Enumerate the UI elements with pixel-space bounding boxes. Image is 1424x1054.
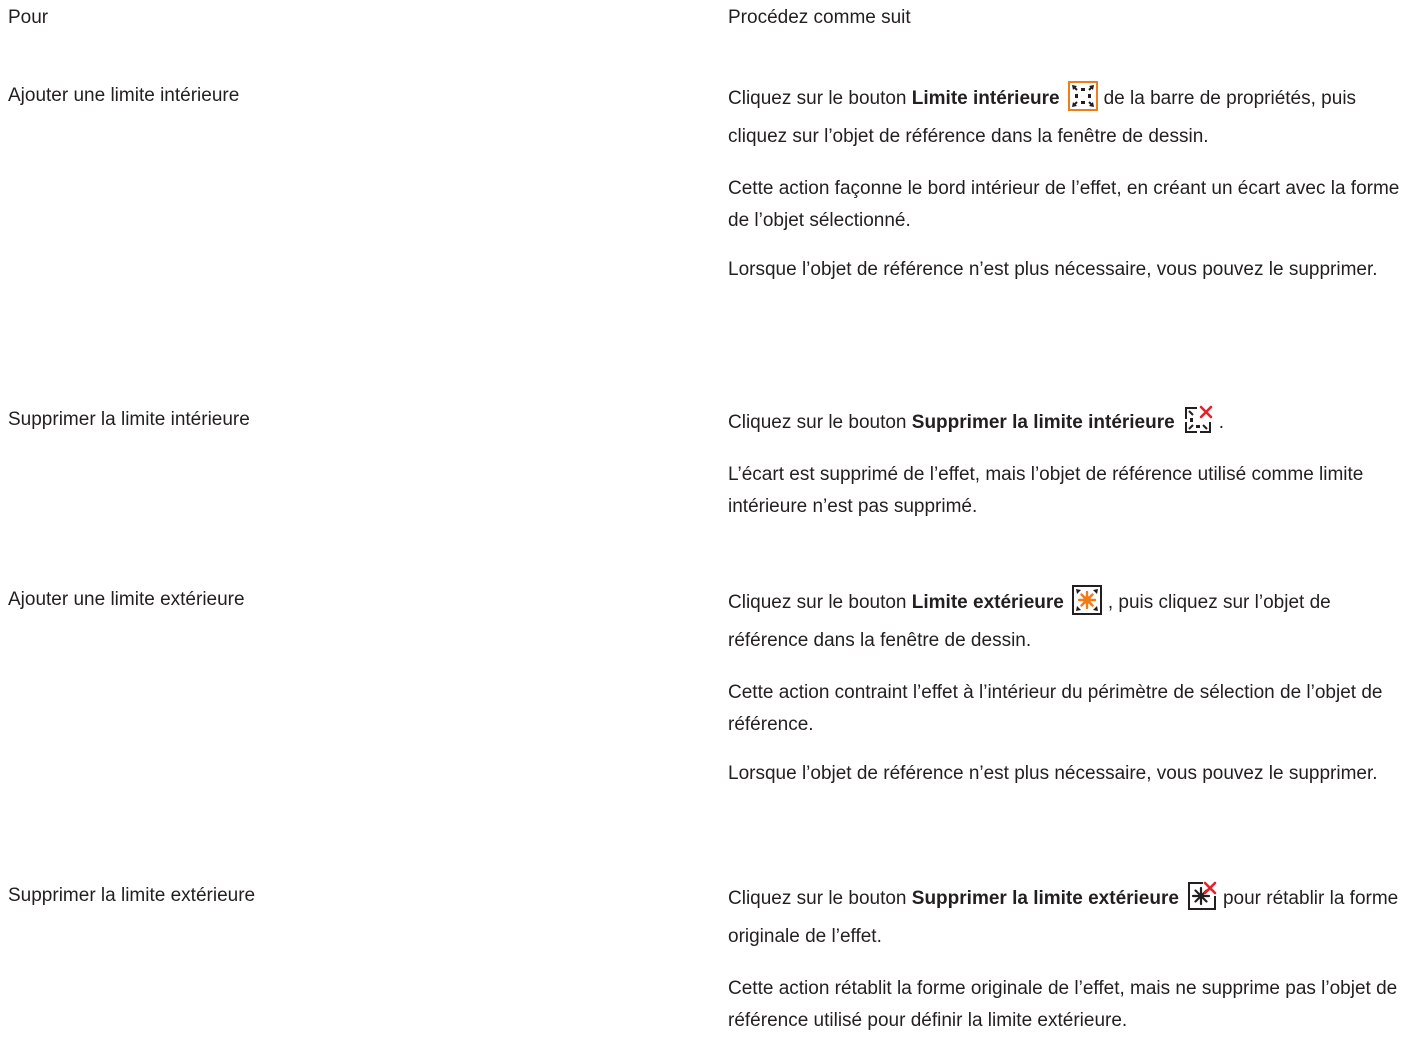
procedure-cell: Cliquez sur le bouton Supprimer la limit… [728,404,1412,540]
procedure-step: Cliquez sur le bouton Supprimer la limit… [728,880,1412,956]
ui-term: Limite extérieure [911,592,1064,613]
add-inner-boundary-icon [1067,80,1098,111]
ui-term: Supprimer la limite extérieure [911,888,1179,909]
column-header-procedure: Procédez comme suit [728,7,911,28]
ui-term: Supprimer la limite intérieure [911,412,1175,433]
task-label: Supprimer la limite intérieure [8,409,250,430]
procedure-cell: Cliquez sur le bouton Limite extérieure [728,584,1412,807]
procedure-note: Cette action contraint l’effet à l’intér… [728,682,1383,735]
column-header-task: Pour [8,7,49,28]
task-label: Ajouter une limite intérieure [8,85,240,106]
procedure-cell: Cliquez sur le bouton Supprimer la limit… [728,880,1412,1054]
procedure-note: Cette action façonne le bord intérieur d… [728,178,1400,231]
procedure-cell: Cliquez sur le bouton Limite intérieure [728,80,1412,303]
remove-inner-boundary-icon [1183,405,1213,435]
procedure-note: Lorsque l’objet de référence n’est plus … [728,763,1378,784]
task-label: Ajouter une limite extérieure [8,589,245,610]
table-header: Pour Procédez comme suit [0,0,1424,40]
ui-term: Limite intérieure [911,88,1060,109]
procedure-note: Cette action rétablit la forme originale… [728,978,1398,1031]
add-outer-boundary-icon [1071,584,1102,615]
procedure-step: Cliquez sur le bouton Supprimer la limit… [728,404,1412,442]
procedure-note: L’écart est supprimé de l’effet, mais l’… [728,464,1364,517]
procedure-note: Lorsque l’objet de référence n’est plus … [728,259,1378,280]
procedure-step: Cliquez sur le bouton Limite extérieure [728,584,1412,660]
task-label: Supprimer la limite extérieure [8,885,256,906]
remove-outer-boundary-icon [1187,881,1217,911]
procedure-step: Cliquez sur le bouton Limite intérieure [728,80,1412,156]
